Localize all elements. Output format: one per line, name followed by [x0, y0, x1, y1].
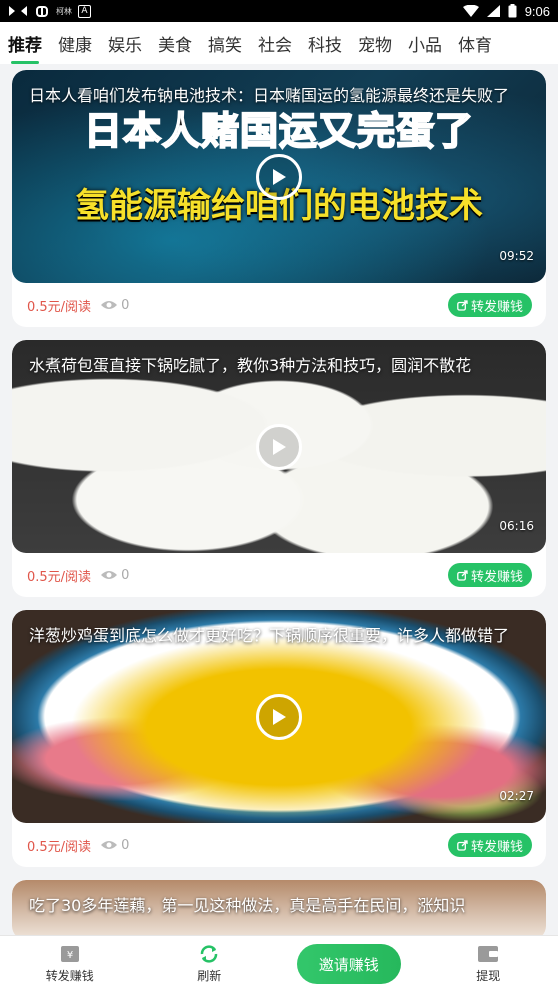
video-thumbnail[interactable]: 水煮荷包蛋直接下锅吃腻了，教你3种方法和技巧，圆润不散花 06:16	[12, 340, 546, 553]
bottom-nav: ¥ 转发赚钱 刷新 邀请赚钱 提现	[0, 935, 558, 992]
meta-left: 0.5元/阅读 0	[27, 836, 129, 855]
share-earn-label: 转发赚钱	[470, 569, 523, 585]
status-small-text: 柯林	[56, 6, 72, 16]
tab-tech[interactable]: 科技	[308, 22, 342, 64]
nav-withdraw[interactable]: 提现	[419, 944, 558, 984]
meta-left: 0.5元/阅读 0	[27, 296, 129, 315]
share-earn-button[interactable]: 转发赚钱	[447, 293, 532, 317]
view-count: 0	[101, 568, 129, 583]
video-title: 洋葱炒鸡蛋到底怎么做才更好吃？下锅顺序很重要，许多人都做错了	[29, 626, 510, 645]
tab-recommend[interactable]: 推荐	[8, 22, 42, 64]
nav-withdraw-label: 提现	[476, 969, 501, 983]
refresh-icon	[198, 944, 220, 964]
play-button[interactable]	[256, 423, 302, 470]
tab-society[interactable]: 社会	[258, 22, 292, 64]
battery-icon	[508, 4, 517, 18]
external-link-icon	[457, 569, 468, 581]
play-button[interactable]	[256, 693, 302, 740]
status-bar: 柯林 A 9:06	[0, 0, 558, 22]
notification-a-icon: A	[78, 4, 91, 18]
video-thumbnail[interactable]: 日本人看咱们发布钠电池技术：日本赌国运的氢能源最终还是失败了 日本人赌国运又完蛋…	[12, 70, 546, 283]
video-thumbnail[interactable]: 洋葱炒鸡蛋到底怎么做才更好吃？下锅顺序很重要，许多人都做错了 02:27	[12, 610, 546, 823]
view-count: 0	[101, 838, 129, 853]
signal-icon	[486, 4, 500, 18]
video-duration: 09:52	[499, 249, 534, 263]
video-card[interactable]: 日本人看咱们发布钠电池技术：日本赌国运的氢能源最终还是失败了 日本人赌国运又完蛋…	[12, 70, 546, 327]
view-count: 0	[101, 298, 129, 313]
invite-earn-button[interactable]: 邀请赚钱	[296, 944, 401, 984]
thumbnail-overlay-text: 日本人赌国运又完蛋了	[83, 108, 474, 154]
play-button[interactable]	[256, 153, 302, 200]
video-duration: 06:16	[499, 519, 534, 533]
status-bar-right: 9:06	[462, 3, 550, 19]
external-link-icon	[457, 299, 468, 311]
play-icon	[273, 438, 286, 455]
video-card[interactable]: 水煮荷包蛋直接下锅吃腻了，教你3种方法和技巧，圆润不散花 06:16 0.5元/…	[12, 340, 546, 597]
external-link-icon	[457, 839, 468, 851]
view-count-value: 0	[121, 567, 130, 583]
share-earn-button[interactable]: 转发赚钱	[447, 563, 532, 587]
status-bar-left: 柯林 A	[8, 4, 91, 18]
view-count-value: 0	[121, 837, 130, 853]
tab-health[interactable]: 健康	[58, 22, 92, 64]
tab-skits[interactable]: 小品	[408, 22, 442, 64]
nav-refresh[interactable]: 刷新	[140, 944, 280, 984]
bug-icon	[34, 4, 50, 18]
share-earn-label: 转发赚钱	[470, 299, 523, 315]
tab-food[interactable]: 美食	[158, 22, 192, 64]
video-duration: 02:27	[499, 789, 534, 803]
share-earn-label: 转发赚钱	[470, 839, 523, 855]
eye-icon	[101, 571, 118, 579]
category-tabs: 推荐 健康 娱乐 美食 搞笑 社会 科技 宠物 小品 体育	[0, 22, 558, 64]
play-icon	[273, 168, 286, 185]
nav-share-earn-label: 转发赚钱	[45, 969, 94, 983]
play-icon	[273, 708, 286, 725]
share-earn-button[interactable]: 转发赚钱	[447, 833, 532, 857]
tab-pets[interactable]: 宠物	[358, 22, 392, 64]
app-logo-icon	[8, 4, 28, 18]
view-count-value: 0	[121, 297, 130, 313]
tab-funny[interactable]: 搞笑	[208, 22, 242, 64]
status-time: 9:06	[524, 3, 550, 19]
video-title: 水煮荷包蛋直接下锅吃腻了，教你3种方法和技巧，圆润不散花	[29, 356, 472, 375]
video-title: 日本人看咱们发布钠电池技术：日本赌国运的氢能源最终还是失败了	[29, 86, 510, 105]
card-meta: 0.5元/阅读 0 转发赚钱	[12, 823, 546, 867]
yuan-note-icon: ¥	[60, 944, 80, 964]
eye-icon	[101, 841, 118, 849]
video-title: 吃了30多年莲藕，第一见这种做法，真是高手在民间，涨知识	[29, 896, 466, 915]
video-card[interactable]: 洋葱炒鸡蛋到底怎么做才更好吃？下锅顺序很重要，许多人都做错了 02:27 0.5…	[12, 610, 546, 867]
price-per-read: 0.5元/阅读	[27, 299, 92, 315]
nav-refresh-label: 刷新	[197, 969, 222, 983]
eye-icon	[101, 301, 118, 309]
card-meta: 0.5元/阅读 0 转发赚钱	[12, 553, 546, 597]
video-thumbnail[interactable]: 吃了30多年莲藕，第一见这种做法，真是高手在民间，涨知识	[12, 880, 546, 940]
tab-entertainment[interactable]: 娱乐	[108, 22, 142, 64]
price-per-read: 0.5元/阅读	[27, 569, 92, 585]
nav-invite: 邀请赚钱	[279, 944, 419, 984]
wallet-icon	[477, 944, 499, 964]
svg-text:¥: ¥	[67, 950, 73, 961]
tab-sports[interactable]: 体育	[458, 22, 492, 64]
video-feed: 日本人看咱们发布钠电池技术：日本赌国运的氢能源最终还是失败了 日本人赌国运又完蛋…	[12, 70, 546, 953]
wifi-icon	[462, 4, 479, 18]
meta-left: 0.5元/阅读 0	[27, 566, 129, 585]
price-per-read: 0.5元/阅读	[27, 839, 92, 855]
video-card[interactable]: 吃了30多年莲藕，第一见这种做法，真是高手在民间，涨知识	[12, 880, 546, 940]
card-meta: 0.5元/阅读 0 转发赚钱	[12, 283, 546, 327]
nav-share-earn[interactable]: ¥ 转发赚钱	[0, 944, 140, 984]
